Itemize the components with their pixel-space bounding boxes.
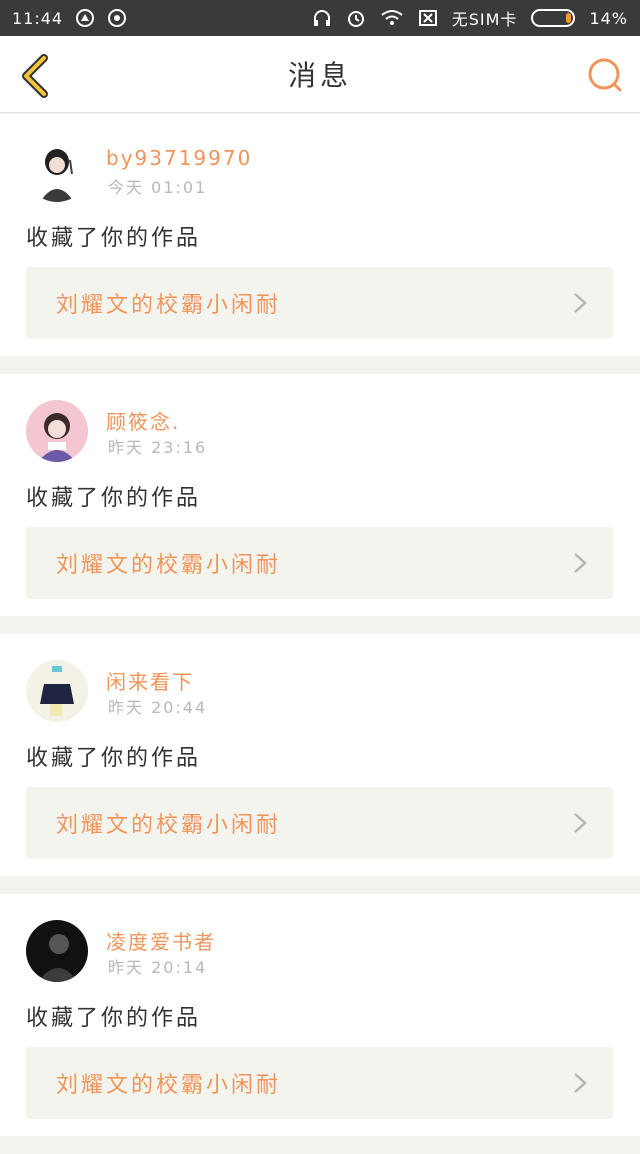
battery-icon <box>531 9 576 27</box>
message-action: 收藏了你的作品 <box>26 746 202 771</box>
work-link[interactable]: 刘耀文的校霸小闲耐 <box>26 527 613 599</box>
message-time: 昨天 23:16 <box>108 438 208 457</box>
message-card: 凌度爱书者 昨天 20:14 收藏了你的作品 刘耀文的校霸小闲耐 <box>0 894 640 1136</box>
message-card: 顾筱念. 昨天 23:16 收藏了你的作品 刘耀文的校霸小闲耐 <box>0 374 640 616</box>
chevron-right-icon <box>574 553 587 573</box>
headphone-icon <box>312 8 332 28</box>
message-list: by93719970 今天 01:01 收藏了你的作品 刘耀文的校霸小闲耐 顾筱… <box>0 114 640 1154</box>
work-title: 刘耀文的校霸小闲耐 <box>56 813 282 838</box>
work-title: 刘耀文的校霸小闲耐 <box>56 293 282 318</box>
wifi-icon <box>380 8 404 28</box>
message-action: 收藏了你的作品 <box>26 486 202 511</box>
carrier-label: 无SIM卡 <box>451 10 518 29</box>
work-link[interactable]: 刘耀文的校霸小闲耐 <box>26 787 613 859</box>
username[interactable]: 凌度爱书者 <box>106 926 216 955</box>
work-link[interactable]: 刘耀文的校霸小闲耐 <box>26 1047 613 1119</box>
message-action: 收藏了你的作品 <box>26 1006 202 1031</box>
username[interactable]: 顾筱念. <box>106 406 180 435</box>
chevron-left-icon[interactable] <box>18 54 50 98</box>
work-link[interactable]: 刘耀文的校霸小闲耐 <box>26 267 613 339</box>
username[interactable]: by93719970 <box>106 146 252 170</box>
message-time: 今天 01:01 <box>108 178 208 197</box>
avatar[interactable] <box>26 660 88 722</box>
notification-app-icon-2 <box>107 8 127 28</box>
avatar[interactable] <box>26 400 88 462</box>
header-bar: 消息 <box>0 36 640 113</box>
message-card: by93719970 今天 01:01 收藏了你的作品 刘耀文的校霸小闲耐 <box>0 114 640 356</box>
status-time: 11:44 <box>12 8 64 28</box>
alarm-icon <box>346 8 366 28</box>
work-title: 刘耀文的校霸小闲耐 <box>56 1073 282 1098</box>
avatar[interactable] <box>26 920 88 982</box>
chevron-right-icon <box>574 293 587 313</box>
username[interactable]: 闲来看下 <box>106 666 194 695</box>
message-time: 昨天 20:14 <box>108 958 208 977</box>
battery-percent: 14% <box>589 8 628 28</box>
notification-app-icon <box>75 8 95 28</box>
search-icon[interactable] <box>586 56 624 94</box>
message-time: 昨天 20:44 <box>108 698 208 717</box>
page-title: 消息 <box>287 59 352 92</box>
no-sim-icon <box>418 8 438 28</box>
avatar[interactable] <box>26 140 88 202</box>
status-bar: 11:44 无SIM卡 14% <box>0 0 640 36</box>
chevron-right-icon <box>574 1073 587 1093</box>
chevron-right-icon <box>574 813 587 833</box>
message-action: 收藏了你的作品 <box>26 226 202 251</box>
message-card: 闲来看下 昨天 20:44 收藏了你的作品 刘耀文的校霸小闲耐 <box>0 634 640 876</box>
work-title: 刘耀文的校霸小闲耐 <box>56 553 282 578</box>
